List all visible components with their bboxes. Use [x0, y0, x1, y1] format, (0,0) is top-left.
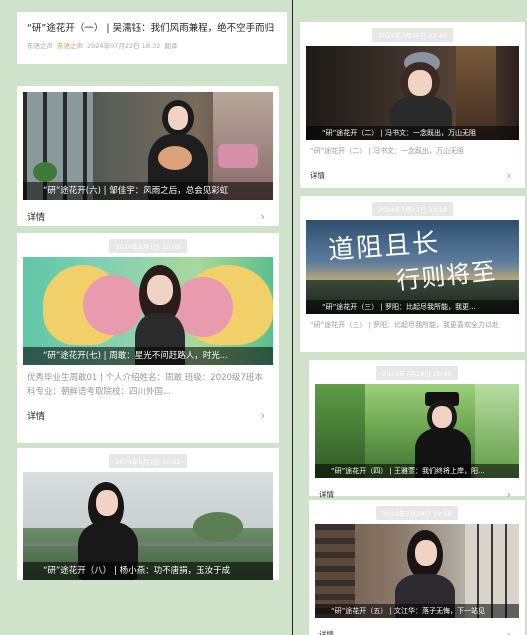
card-caption: “研”途花开（三） | 罗阳：比起尽我所能，我更... — [306, 300, 519, 314]
date-chip: 2024年7月29日 19:56 — [376, 506, 458, 520]
detail-label: 详情 — [310, 171, 325, 180]
detail-label: 详情 — [27, 213, 46, 223]
card-caption: “研”途花开（五） | 文江华：落子无悔，下一站见 — [315, 604, 519, 618]
news-card-right-4[interactable]: 2024年7月29日 19:56 “研”途花开（五） | 文江华：落子无悔，下一… — [309, 500, 525, 635]
date-chip: 2024年8月1日 10:00 — [109, 239, 187, 253]
news-card-left-1[interactable]: “研”途花开(六) | 邹佳宇：风雨之后，总会见彩虹 详情 › — [17, 86, 279, 226]
top-article-card[interactable]: “研”途花开（一） | 吴濡钰：我们风雨兼程，绝不空手而归 东语之声 东语之声 20… — [17, 12, 287, 64]
chevron-right-icon: › — [506, 628, 511, 635]
card-photo[interactable]: “研”途花开(六) | 邹佳宇：风雨之后，总会见彩虹 — [23, 92, 273, 200]
card-photo[interactable]: “研”途花开(七) | 周敢：星光不问赶路人，时光... — [23, 257, 273, 365]
card-photo[interactable]: “研”途花开（四） | 王雅萱：我们终将上岸，阳... — [315, 384, 519, 478]
date-chip: 2024年7月27日 23:28 — [371, 202, 454, 216]
chevron-right-icon: › — [260, 210, 265, 223]
chevron-right-icon: › — [506, 169, 511, 182]
detail-row[interactable]: 详情 › — [23, 206, 273, 227]
detail-row[interactable]: 详情 › — [315, 624, 519, 635]
article-source: 东语之声 — [27, 42, 53, 50]
card-caption: “研”途花开（二） | 冯书文：一念既出，万山无阻 — [306, 126, 519, 140]
article-title: “研”途花开（一） | 吴濡钰：我们风雨兼程，绝不空手而归 — [27, 23, 275, 34]
card-summary: 优秀毕业生周敢01 | 个人介绍姓名：周敢 班级：2020级7班本科专业：朝鲜语… — [27, 373, 263, 397]
news-card-left-3[interactable]: 2024年8月2日 10:02 “研”途花开（八） | 杨小燕：功不唐捐，玉汝于… — [17, 448, 279, 580]
article-source-link[interactable]: 东语之声 — [57, 42, 83, 50]
detail-row[interactable]: 详情 › — [23, 405, 273, 426]
chevron-right-icon: › — [260, 409, 265, 422]
card-summary: “研”途花开（二） | 冯书文：一念既出，万山无阻 — [310, 147, 465, 155]
article-date: 2024年07月22日 18:32 — [87, 42, 161, 50]
detail-label: 详情 — [319, 490, 334, 499]
card-photo[interactable]: “研”途花开（五） | 文江华：落子无悔，下一站见 — [315, 524, 519, 618]
date-chip: 2024年8月2日 10:02 — [109, 454, 187, 468]
detail-row[interactable]: 详情 › — [306, 165, 519, 186]
card-caption: “研”途花开(七) | 周敢：星光不问赶路人，时光... — [23, 347, 273, 365]
card-photo[interactable]: “研”途花开（八） | 杨小燕：功不唐捐，玉汝于成 — [23, 472, 273, 580]
news-card-right-1[interactable]: 2024年7月25日 22:42 “研”途花开（二） | 冯书文：一念既出，万山… — [300, 22, 525, 188]
date-chip: 2024年7月28日 20:40 — [376, 366, 458, 380]
date-chip: 2024年7月25日 22:42 — [371, 28, 454, 42]
detail-label: 详情 — [319, 630, 334, 635]
column-divider — [292, 0, 293, 635]
detail-label: 详情 — [27, 412, 46, 422]
card-photo[interactable]: “研”途花开（二） | 冯书文：一念既出，万山无阻 — [306, 46, 519, 140]
card-caption: “研”途花开(六) | 邹佳宇：风雨之后，总会见彩虹 — [23, 182, 273, 200]
card-summary: “研”途花开（三） | 罗阳：比起尽我所能，我更喜欢全力以赴 — [310, 321, 500, 329]
card-caption: “研”途花开（八） | 杨小燕：功不唐捐，玉汝于成 — [23, 562, 273, 580]
news-card-right-2[interactable]: 2024年7月27日 23:28 道阻且长 行则将至 “研”途花开（三） | 罗… — [300, 196, 525, 352]
news-card-right-3[interactable]: 2024年7月28日 20:40 “研”途花开（四） | 王雅萱：我们终将上岸，… — [309, 360, 525, 501]
article-extra: 翻译 — [164, 42, 178, 50]
news-card-left-2[interactable]: 2024年8月1日 10:00 “研”途花开(七) | 周敢：星光不问赶路人，时… — [17, 233, 279, 443]
card-photo[interactable]: 道阻且长 行则将至 “研”途花开（三） | 罗阳：比起尽我所能，我更... — [306, 220, 519, 314]
card-caption: “研”途花开（四） | 王雅萱：我们终将上岸，阳... — [315, 464, 519, 478]
article-meta: 东语之声 东语之声 2024年07月22日 18:32 翻译 — [27, 40, 277, 50]
